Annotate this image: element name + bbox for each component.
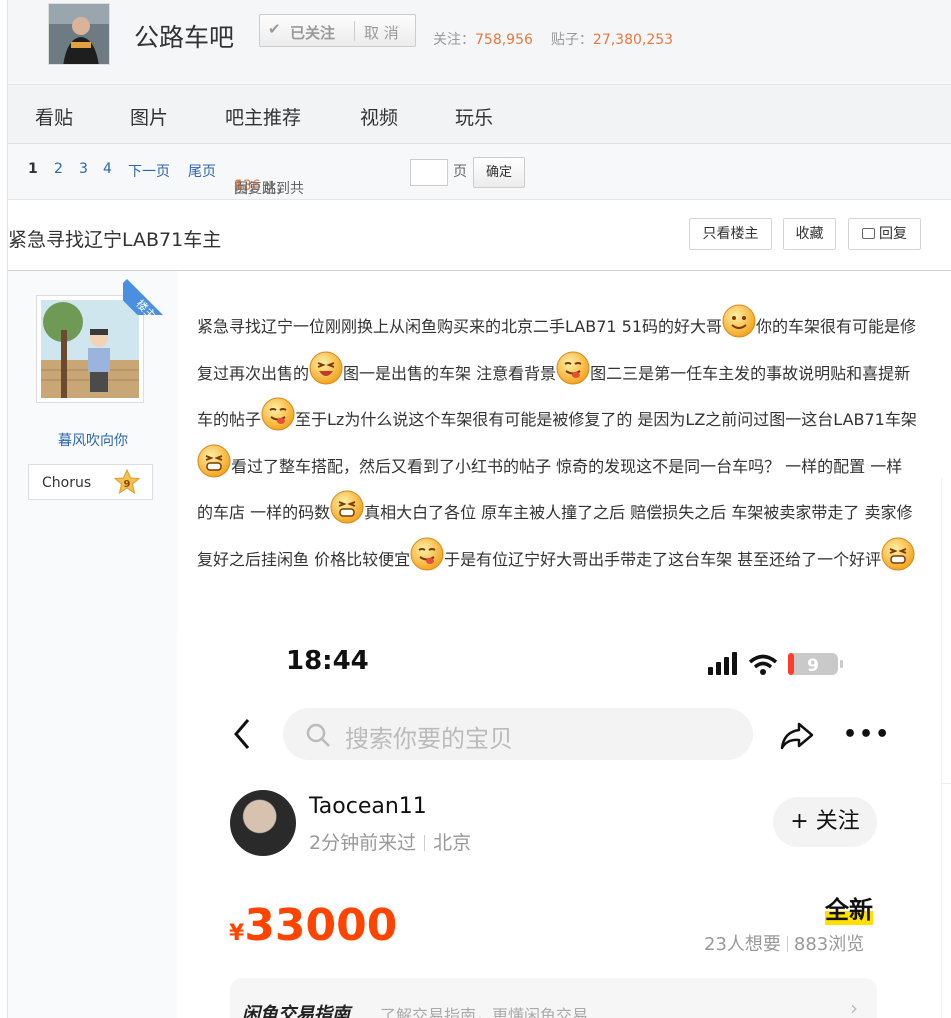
pager-page-3[interactable]: 3 (79, 161, 88, 177)
post-image[interactable]: 18:44 9 搜索你要的宝贝 ••• Taocean11 2分钟前来过 北京 … (177, 630, 917, 1018)
forum-stats: 关注：758,956 贴子：27,380,253 (433, 29, 673, 49)
phone-status-icons: 9 (708, 650, 853, 678)
comment-icon (862, 228, 875, 239)
follow-count: 758,956 (475, 32, 533, 48)
item-condition: 全新 (825, 890, 873, 925)
post-text: 至于Lz为什么说这个车架很有可能是被修复了的 是因为LZ之前问过图一这台LAB7… (295, 410, 917, 429)
trade-guide-banner[interactable]: 闲鱼交易指南 了解交易指南，更懂闲鱼交易 › (230, 978, 877, 1018)
seller-city: 北京 (433, 832, 472, 854)
reply-label: 回复 (879, 226, 907, 242)
seller-last-seen: 2分钟前来过 (309, 832, 417, 854)
tab-posts[interactable]: 看贴 (35, 103, 73, 130)
pager-next[interactable]: 下一页 (128, 161, 170, 181)
forum-name[interactable]: 公路车吧 (134, 18, 234, 54)
pager-current: 1 (28, 161, 38, 177)
page-frame: 公路车吧 ✔ 已关注 取 消 关注：758,956 贴子：27,380,253 看… (7, 0, 951, 1018)
phone-search-bar[interactable]: 搜索你要的宝贝 (283, 708, 753, 760)
pager-page-4[interactable]: 4 (103, 161, 112, 177)
laugh-emoji-icon (309, 351, 343, 385)
share-icon[interactable] (779, 720, 815, 756)
seller-meta: 2分钟前来过 北京 (309, 828, 471, 855)
tab-images[interactable]: 图片 (130, 103, 168, 130)
author-name[interactable]: 暮风吹向你 (8, 430, 178, 450)
pager-page-unit: 页 (453, 164, 467, 180)
grin-emoji-icon (881, 537, 915, 571)
right-edge-divider (941, 478, 951, 1018)
forum-header: 公路车吧 ✔ 已关注 取 消 关注：758,956 贴子：27,380,253 (8, 0, 951, 85)
search-icon (305, 722, 331, 752)
grin-emoji-icon (330, 490, 364, 524)
grin-emoji-icon (197, 444, 231, 478)
item-interest: 23人想要 883浏览 (704, 930, 864, 956)
page-jump-input[interactable] (410, 159, 448, 186)
tongue-emoji-icon (410, 537, 444, 571)
seller-avatar[interactable] (230, 790, 296, 856)
pager-page-2[interactable]: 2 (54, 161, 63, 177)
item-price: ¥33000 (229, 900, 397, 951)
phone-time: 18:44 (286, 646, 369, 676)
only-op-button[interactable]: 只看楼主 (689, 218, 772, 250)
post-text: 图一是出售的车架 注意看背景 (343, 363, 557, 383)
follow-status-box: ✔ 已关注 取 消 (259, 14, 416, 47)
seller-follow-button[interactable]: + 关注 (773, 797, 877, 847)
post-content: 紧急寻找辽宁一位刚刚换上从闲鱼购买来的北京二手LAB71 51码的好大哥 你的车架… (197, 304, 917, 583)
reply-button[interactable]: 回复 (848, 218, 921, 250)
guide-subtitle: 了解交易指南，更懂闲鱼交易 (380, 1006, 589, 1018)
level-number: 9 (124, 479, 131, 490)
tab-fun[interactable]: 玩乐 (455, 103, 493, 130)
thread-title-bar: 紧急寻找辽宁LAB71车主 只看楼主 收藏 回复 (8, 200, 951, 271)
guide-title: 闲鱼交易指南 (242, 1004, 350, 1018)
level-star-icon: 9 (113, 468, 141, 497)
price-amount: 33000 (244, 900, 398, 951)
op-badge: 楼主 (123, 271, 173, 315)
signal-wifi-battery-icon: 9 (708, 652, 843, 676)
follow-count-label: 关注： (433, 32, 475, 48)
post-text: 紧急寻找辽宁一位刚刚换上从闲鱼购买来的北京二手LAB71 51码的好大哥 (197, 317, 723, 336)
followed-label: 已关注 (290, 24, 336, 42)
post-text: 于是有位辽宁好大哥出手带走了这台车架 甚至还给了一个好评 (444, 549, 882, 569)
phone-search-placeholder: 搜索你要的宝贝 (345, 725, 513, 753)
tab-videos[interactable]: 视频 (360, 103, 398, 130)
tongue-emoji-icon (261, 397, 295, 431)
author-badge[interactable]: Chorus 9 (28, 464, 153, 500)
view-count: 883浏览 (793, 934, 865, 955)
tab-featured[interactable]: 吧主推荐 (225, 103, 301, 130)
unfollow-button[interactable]: 取 消 (364, 22, 399, 43)
check-icon: ✔ (268, 20, 281, 38)
seller-name[interactable]: Taocean11 (309, 794, 427, 819)
smile-emoji-icon (722, 304, 756, 338)
want-count: 23人想要 (704, 934, 781, 955)
badge-label: Chorus (42, 475, 92, 491)
tongue-emoji-icon (556, 351, 590, 385)
currency-symbol: ¥ (229, 921, 245, 946)
page-jump-confirm-button[interactable]: 确定 (473, 157, 525, 188)
posts-count: 27,380,253 (592, 32, 674, 48)
pager-last[interactable]: 尾页 (188, 161, 216, 181)
favorite-button[interactable]: 收藏 (783, 218, 836, 250)
chevron-right-icon: › (850, 996, 858, 1018)
divider (354, 21, 355, 41)
more-icon[interactable]: ••• (843, 722, 891, 747)
forum-avatar[interactable] (48, 3, 110, 65)
op-badge-label: 楼主 (123, 279, 173, 315)
author-column: 暮风吹向你 Chorus 9 (8, 271, 178, 1018)
posts-count-label: 贴子： (550, 32, 593, 48)
thread-title: 紧急寻找辽宁LAB71车主 (8, 229, 222, 251)
battery-level: 9 (807, 656, 819, 676)
forum-tab-bar: 看贴 图片 吧主推荐 视频 玩乐 (8, 85, 951, 144)
back-arrow-icon[interactable] (232, 718, 252, 754)
